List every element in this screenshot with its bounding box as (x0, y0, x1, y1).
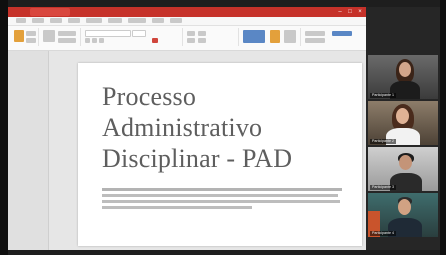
participant-tile[interactable]: Participante 2 (368, 101, 438, 145)
layout-button[interactable] (58, 31, 76, 36)
participant-name: Participante 4 (370, 231, 396, 236)
slide-title-line: Processo (102, 82, 197, 111)
ribbon-group-paragraph (184, 28, 239, 46)
align-center-icon[interactable] (198, 38, 206, 43)
quick-styles-icon[interactable] (284, 30, 296, 43)
menu-animations[interactable] (108, 18, 122, 23)
find-button[interactable] (305, 31, 325, 36)
participant-name: Participante 3 (370, 185, 396, 190)
ribbon-group-clipboard (10, 28, 39, 46)
cut-icon[interactable] (26, 31, 36, 36)
app-tab[interactable] (30, 8, 70, 16)
italic-icon[interactable] (92, 38, 97, 43)
menu-review[interactable] (152, 18, 164, 23)
slide-subtitle-text (102, 187, 342, 215)
menu-slideshow[interactable] (128, 18, 146, 23)
menu-view[interactable] (170, 18, 182, 23)
maximize-icon[interactable]: □ (346, 8, 354, 16)
font-size-field[interactable] (132, 30, 146, 37)
underline-icon[interactable] (99, 38, 104, 43)
participant-name: Participante 1 (370, 93, 396, 98)
menu-home[interactable] (32, 18, 44, 23)
ribbon-group-font (82, 28, 183, 46)
menu-bar (8, 17, 366, 26)
presentation-app-window: – □ × Processo Administrativo Disciplina… (8, 7, 366, 250)
editing-workspace: Processo Administrativo Disciplinar - PA… (8, 51, 366, 250)
menu-file[interactable] (16, 18, 26, 23)
align-left-icon[interactable] (187, 38, 195, 43)
ribbon-group-slides (40, 28, 81, 46)
current-slide[interactable]: Processo Administrativo Disciplinar - PA… (78, 63, 362, 246)
participant-tile[interactable]: Participante 4 (368, 193, 438, 237)
title-bar: – □ × (8, 7, 366, 17)
shapes-gallery[interactable] (243, 30, 265, 43)
slide-thumbnails-pane[interactable] (8, 51, 49, 250)
menu-transitions[interactable] (86, 18, 102, 23)
left-border (0, 0, 8, 255)
font-name-field[interactable] (85, 30, 131, 37)
minimize-icon[interactable]: – (336, 8, 344, 16)
participant-tile[interactable]: Participante 1 (368, 55, 438, 99)
participant-name: Participante 2 (370, 139, 396, 144)
paste-icon[interactable] (14, 30, 24, 42)
video-participants-panel: Participante 1 Participante 2 Participan… (366, 7, 440, 250)
copy-icon[interactable] (26, 38, 36, 43)
slide-title: Processo Administrativo Disciplinar - PA… (102, 81, 342, 174)
ribbon-group-drawing (240, 28, 301, 46)
reset-button[interactable] (58, 38, 76, 43)
right-border (440, 0, 446, 255)
bold-icon[interactable] (85, 38, 90, 43)
menu-insert[interactable] (50, 18, 62, 23)
replace-button[interactable] (305, 38, 325, 43)
font-color-icon[interactable] (152, 38, 158, 43)
new-slide-icon[interactable] (43, 30, 55, 42)
close-icon[interactable]: × (356, 8, 364, 16)
ribbon-group-editing (302, 28, 362, 46)
arrange-icon[interactable] (270, 30, 280, 43)
menu-design[interactable] (68, 18, 80, 23)
select-button[interactable] (332, 31, 352, 36)
numbering-icon[interactable] (198, 31, 206, 36)
bullets-icon[interactable] (187, 31, 195, 36)
ribbon-toolbar (8, 26, 366, 51)
participant-tile[interactable]: Participante 3 (368, 147, 438, 191)
slide-title-line: Administrativo (102, 113, 263, 142)
slide-title-line: Disciplinar - PAD (102, 144, 293, 173)
illegible-subtitle-lines (102, 188, 342, 209)
